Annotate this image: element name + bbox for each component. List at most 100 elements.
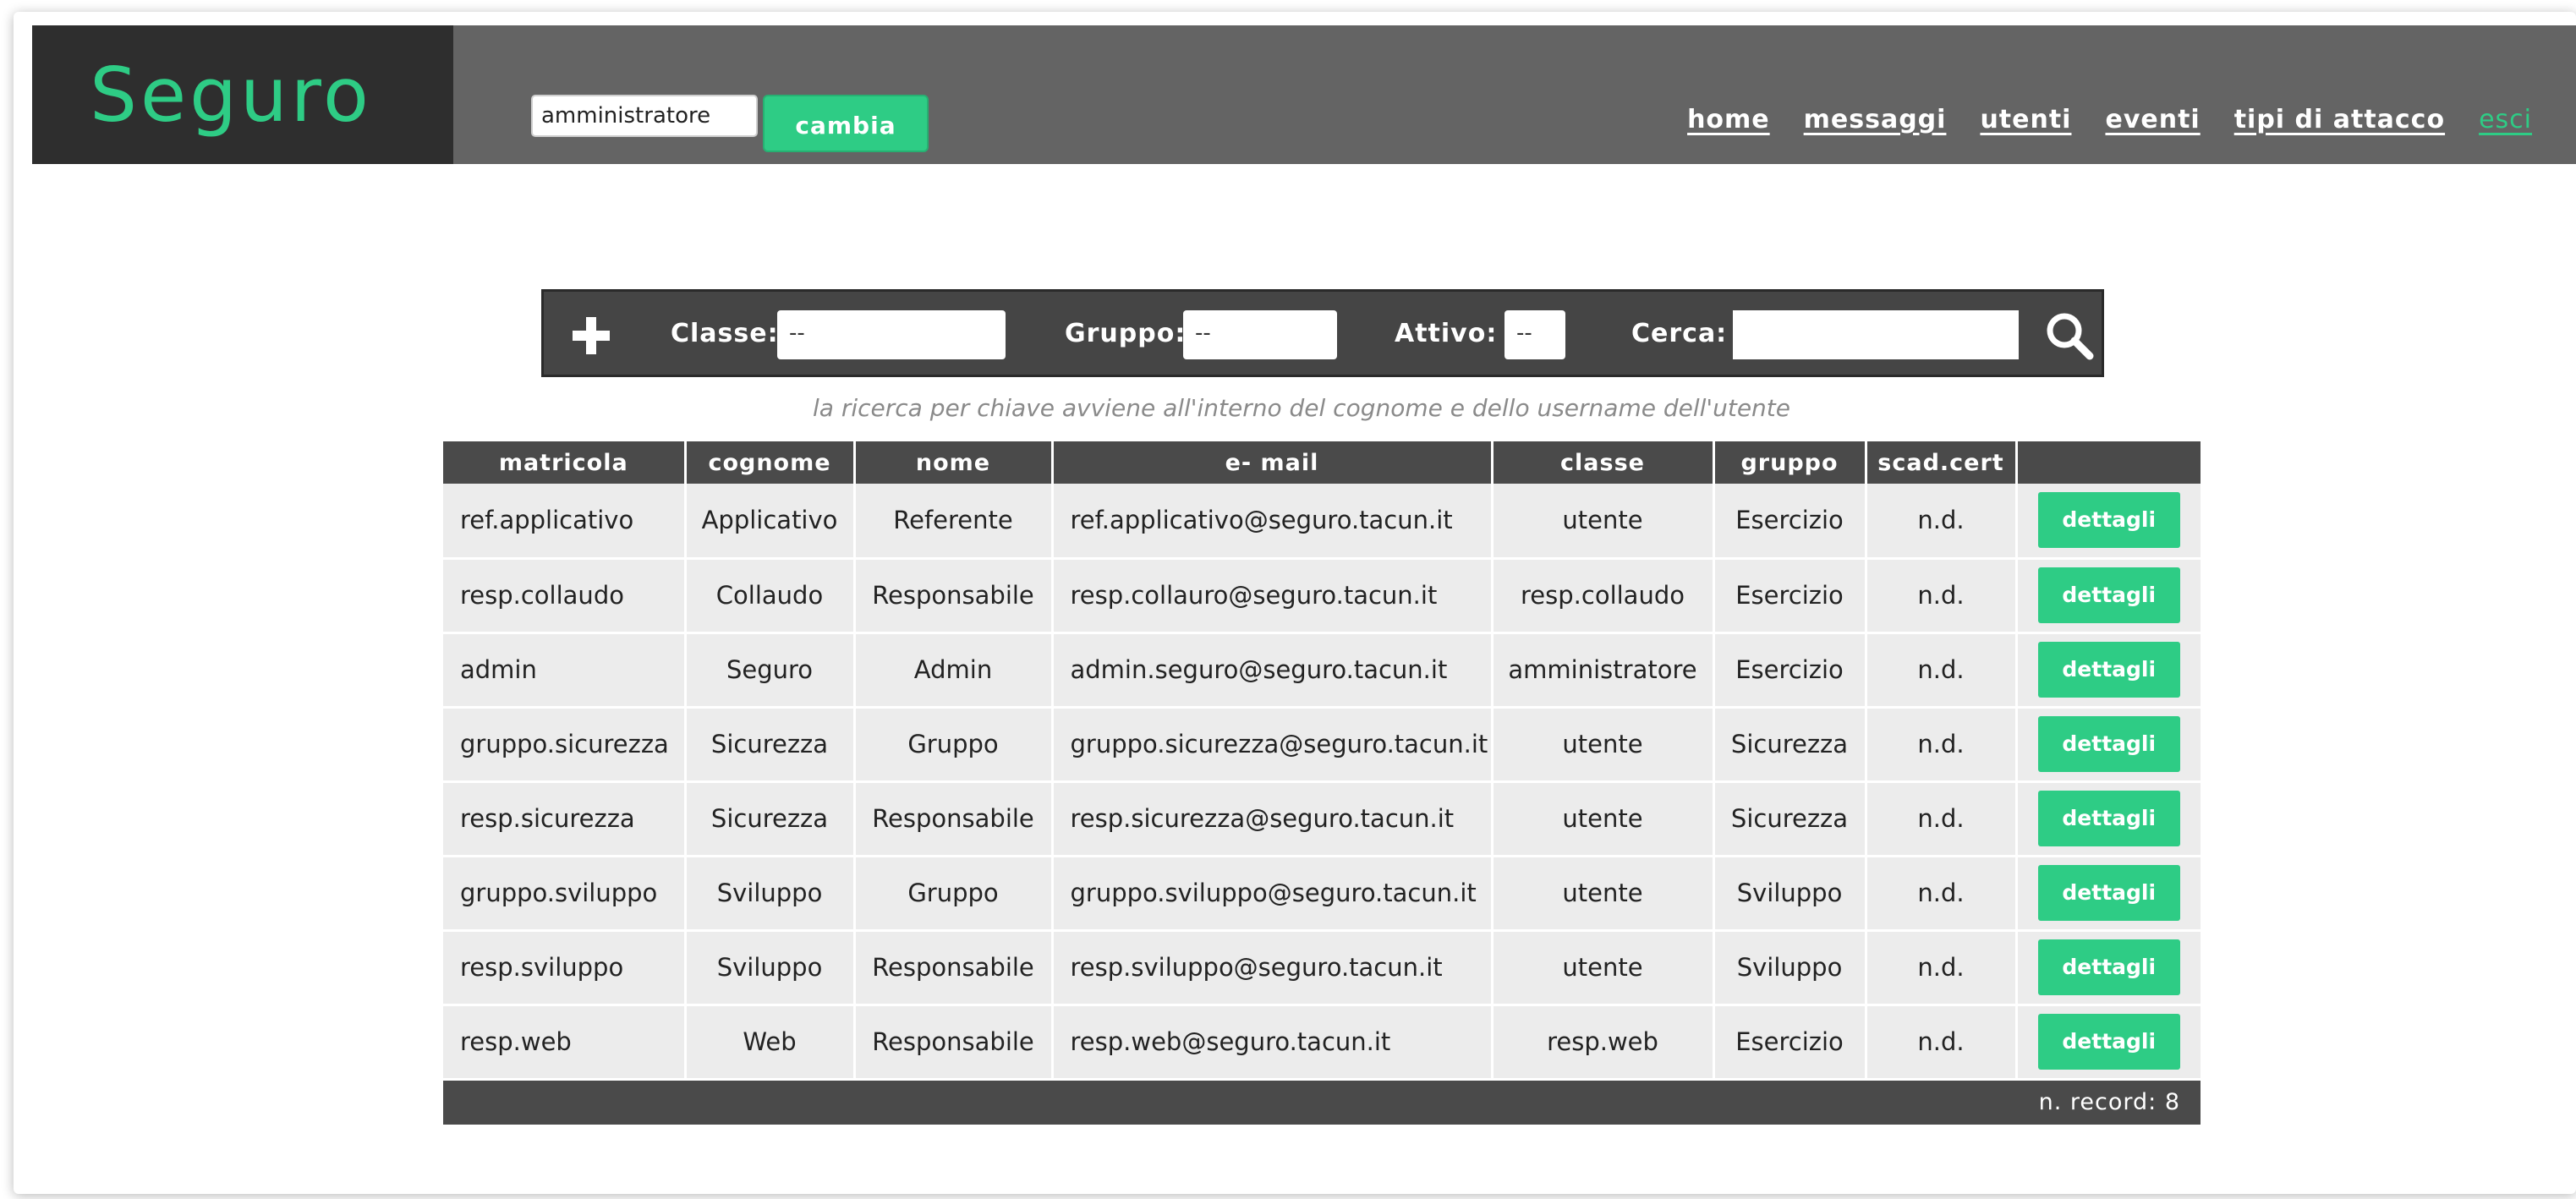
cell-classe: utente [1492,781,1715,857]
cell-gruppo: Esercizio [1713,558,1867,634]
cell-nome: Admin [854,632,1054,709]
cell-scad-cert: n.d. [1866,781,2018,857]
nav-eventi[interactable]: eventi [2105,105,2200,134]
cell-cognome: Sicurezza [685,707,856,783]
details-button[interactable]: dettagli [2037,865,2180,921]
cerca-label: Cerca: [1631,319,1728,348]
cell-email: ref.applicativo@seguro.tacun.it [1052,484,1494,560]
cell-classe: utente [1492,707,1715,783]
cell-classe: utente [1492,484,1715,560]
column-header[interactable]: classe [1492,441,1715,484]
cell-matricola: gruppo.sicurezza [443,707,687,783]
column-header[interactable]: nome [854,441,1054,484]
main-nav: home messaggi utenti eventi tipi di atta… [1687,98,2532,140]
logo-box: Seguro [32,25,453,164]
classe-select[interactable]: -- [777,310,1006,359]
column-header [2016,441,2201,484]
table-row: resp.web Web Responsabile resp.web@seguro.t… [443,1005,2201,1081]
table-row: resp.collaudo Collaudo Responsabile resp.co… [443,558,2201,634]
details-button[interactable]: dettagli [2037,716,2180,772]
plus-icon[interactable] [573,317,610,354]
cell-email: gruppo.sviluppo@seguro.tacun.it [1052,856,1494,932]
cell-cognome: Collaudo [685,558,856,634]
role-select[interactable]: amministratore [531,95,758,137]
cell-classe: resp.web [1492,1005,1715,1081]
cell-nome: Gruppo [854,707,1054,783]
search-icon[interactable] [2041,307,2100,366]
cell-gruppo: Esercizio [1713,1005,1867,1081]
cell-email: resp.web@seguro.tacun.it [1052,1005,1494,1081]
cell-classe: utente [1492,856,1715,932]
nav-home[interactable]: home [1687,105,1770,134]
cell-gruppo: Esercizio [1713,484,1867,560]
cell-email: gruppo.sicurezza@seguro.tacun.it [1052,707,1494,783]
column-header[interactable]: matricola [443,441,687,484]
column-header[interactable]: gruppo [1713,441,1867,484]
cell-nome: Responsabile [854,930,1054,1006]
cell-actions: dettagli [2016,1005,2201,1081]
cell-matricola: resp.web [443,1005,687,1081]
table-row: resp.sviluppo Sviluppo Responsabile resp.sv… [443,930,2201,1006]
attivo-select[interactable]: -- [1504,310,1565,359]
cell-actions: dettagli [2016,781,2201,857]
cell-gruppo: Sviluppo [1713,856,1867,932]
details-button[interactable]: dettagli [2037,939,2180,995]
nav-esci[interactable]: esci [2479,105,2532,134]
cell-gruppo: Sicurezza [1713,781,1867,857]
details-button[interactable]: dettagli [2037,492,2180,549]
change-role-button[interactable]: cambia [763,95,929,152]
column-header[interactable]: cognome [685,441,856,484]
users-table: matricola cognome nome e- mail classe gr… [443,441,2201,1125]
cell-matricola: resp.sicurezza [443,781,687,857]
table-row: admin Seguro Admin admin.seguro@seguro.tacu… [443,632,2201,709]
cell-matricola: resp.sviluppo [443,930,687,1006]
cell-matricola: admin [443,632,687,709]
cell-actions: dettagli [2016,484,2201,560]
cell-scad-cert: n.d. [1866,484,2018,560]
nav-tipi-di-attacco[interactable]: tipi di attacco [2234,105,2445,134]
column-header[interactable]: scad.cert [1866,441,2018,484]
cell-cognome: Sicurezza [685,781,856,857]
cell-nome: Responsabile [854,781,1054,857]
cell-actions: dettagli [2016,558,2201,634]
search-input[interactable] [1733,310,2019,359]
cell-nome: Referente [854,484,1054,560]
cell-gruppo: Sicurezza [1713,707,1867,783]
search-hint: la ricerca per chiave avviene all'intern… [812,394,1791,422]
column-header[interactable]: e- mail [1052,441,1494,484]
details-button[interactable]: dettagli [2037,567,2180,623]
cell-gruppo: Esercizio [1713,632,1867,709]
attivo-label: Attivo: [1395,319,1498,348]
record-count: n. record: 8 [443,1080,2201,1125]
cell-scad-cert: n.d. [1866,930,2018,1006]
top-header: Seguro amministratore cambia home messag… [32,25,2576,164]
cell-nome: Gruppo [854,856,1054,932]
cell-scad-cert: n.d. [1866,1005,2018,1081]
cell-cognome: Web [685,1005,856,1081]
cell-nome: Responsabile [854,558,1054,634]
cell-cognome: Sviluppo [685,930,856,1006]
table-row: gruppo.sicurezza Sicurezza Gruppo gruppo.si… [443,707,2201,783]
cell-cognome: Seguro [685,632,856,709]
app-window: Seguro amministratore cambia home messag… [14,12,2576,1194]
details-button[interactable]: dettagli [2037,642,2180,698]
details-button[interactable]: dettagli [2037,791,2180,846]
table-row: ref.applicativo Applicativo Referente ref.a… [443,484,2201,560]
cell-cognome: Sviluppo [685,856,856,932]
cell-scad-cert: n.d. [1866,707,2018,783]
nav-messaggi[interactable]: messaggi [1804,105,1947,134]
nav-utenti[interactable]: utenti [1980,105,2071,134]
table-header-row: matricola cognome nome e- mail classe gr… [443,441,2201,484]
cell-matricola: gruppo.sviluppo [443,856,687,932]
cell-matricola: ref.applicativo [443,484,687,560]
cell-classe: resp.collaudo [1492,558,1715,634]
cell-classe: amministratore [1492,632,1715,709]
cell-matricola: resp.collaudo [443,558,687,634]
filter-bar: Classe: -- Gruppo: -- Attivo: -- Cerca: [541,289,2104,377]
cell-cognome: Applicativo [685,484,856,560]
cell-email: resp.sicurezza@seguro.tacun.it [1052,781,1494,857]
details-button[interactable]: dettagli [2037,1014,2180,1070]
gruppo-select[interactable]: -- [1183,310,1337,359]
cell-actions: dettagli [2016,856,2201,932]
app-logo[interactable]: Seguro [90,52,372,139]
